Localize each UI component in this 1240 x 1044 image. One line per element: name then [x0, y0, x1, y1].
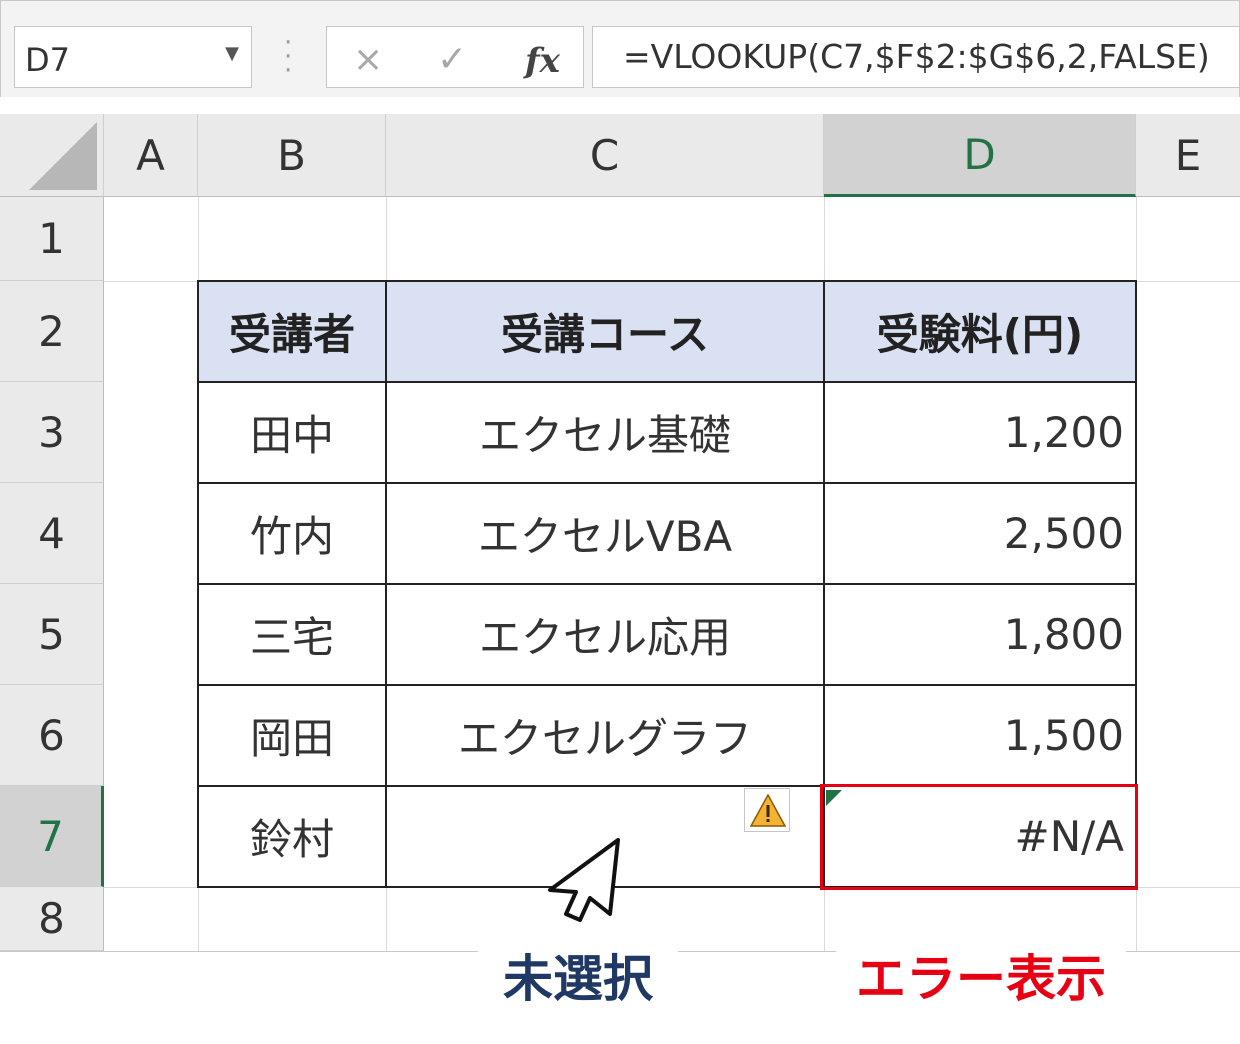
select-all-button[interactable] — [0, 114, 104, 197]
table-header-fee[interactable]: 受験料(円) — [824, 281, 1136, 382]
name-box-value: D7 — [25, 41, 70, 79]
column-header-e[interactable]: E — [1136, 114, 1240, 197]
formula-input[interactable]: =VLOOKUP(C7,$F$2:$G$6,2,FALSE) — [592, 26, 1240, 88]
chevron-down-icon[interactable]: ▼ — [225, 43, 239, 64]
table-cell-course[interactable]: エクセル基礎 — [386, 382, 824, 483]
table-cell-fee[interactable]: 2,500 — [824, 483, 1136, 584]
table-cell-course[interactable]: エクセル応用 — [386, 584, 824, 685]
column-header-a[interactable]: A — [104, 114, 198, 197]
row-header-5[interactable]: 5 — [0, 584, 104, 685]
table-cell-student[interactable]: 田中 — [198, 382, 386, 483]
table-border — [197, 280, 1137, 282]
mouse-pointer-icon — [546, 838, 626, 926]
error-highlight-box — [820, 784, 1138, 890]
check-icon[interactable]: ✓ — [437, 39, 467, 80]
table-border — [197, 684, 1137, 686]
table-border — [197, 482, 1137, 484]
row-header-2[interactable]: 2 — [0, 281, 104, 382]
row-header-3[interactable]: 3 — [0, 382, 104, 483]
table-border — [197, 381, 1137, 383]
insert-function-icon[interactable]: fx — [525, 41, 560, 81]
table-cell-fee[interactable]: 1,200 — [824, 382, 1136, 483]
cancel-icon[interactable]: × — [353, 39, 383, 80]
warning-icon[interactable] — [744, 788, 790, 832]
table-cell-fee[interactable]: 1,500 — [824, 685, 1136, 786]
column-header-c[interactable]: C — [386, 114, 824, 197]
table-cell-fee[interactable]: 1,800 — [824, 584, 1136, 685]
row-header-6[interactable]: 6 — [0, 685, 104, 786]
name-box[interactable]: D7 ▼ — [14, 26, 252, 88]
table-header-student[interactable]: 受講者 — [198, 281, 386, 382]
table-cell-student[interactable]: 鈴村 — [198, 786, 386, 887]
table-cell-course[interactable]: エクセルグラフ — [386, 685, 824, 786]
row-header-1[interactable]: 1 — [0, 197, 104, 281]
table-header-course[interactable]: 受講コース — [386, 281, 824, 382]
column-header-b[interactable]: B — [198, 114, 386, 197]
drag-handle-icon[interactable]: · · · — [284, 30, 292, 84]
formula-buttons: × ✓ fx — [326, 26, 584, 88]
row-header-8[interactable]: 8 — [0, 887, 104, 951]
annotation-unselected: 未選択 — [478, 940, 678, 1010]
row-header-4[interactable]: 4 — [0, 483, 104, 584]
column-header-d[interactable]: D — [824, 114, 1136, 197]
table-cell-student[interactable]: 岡田 — [198, 685, 386, 786]
table-border — [197, 583, 1137, 585]
table-cell-course[interactable]: エクセルVBA — [386, 483, 824, 584]
annotation-error-display: エラー表示 — [836, 940, 1126, 1010]
row-header-7[interactable]: 7 — [0, 786, 104, 887]
table-cell-student[interactable]: 竹内 — [198, 483, 386, 584]
table-cell-student[interactable]: 三宅 — [198, 584, 386, 685]
